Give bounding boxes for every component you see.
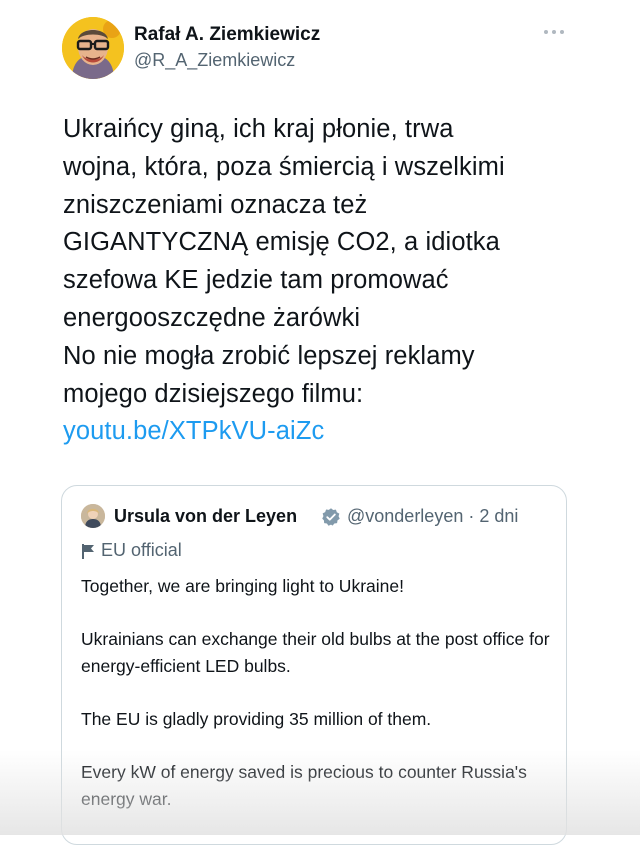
tweet-card: Rafał A. Ziemkiewicz @R_A_Ziemkiewicz Uk… (0, 0, 640, 845)
quoted-author-handle-time[interactable]: @vonderleyen · 2 dni (347, 506, 518, 527)
tweet-text-line: Ukraińcy giną, ich kraj płonie, trwa (63, 115, 454, 143)
flag-icon (82, 543, 94, 559)
quoted-paragraph: Ukrainians can exchange their old bulbs … (81, 629, 550, 676)
avatar-caricature-icon (62, 17, 124, 79)
tweet-text-line: No nie mogła zrobić lepszej reklamy (63, 341, 475, 370)
tweet-text: Ukraińcy giną, ich kraj płonie, trwa woj… (63, 111, 583, 451)
quoted-tweet-text: Together, we are bringing light to Ukrai… (81, 573, 551, 812)
quoted-paragraph: The EU is gladly providing 35 million of… (81, 708, 432, 729)
tweet-link[interactable]: youtu.be/XTPkVU-aiZc (63, 413, 583, 451)
tweet-text-line: szefowa KE jedzie tam promować (63, 266, 449, 295)
avatar-portrait-icon (81, 504, 105, 528)
quoted-paragraph: Every kW of energy saved is precious to … (81, 762, 527, 809)
author-handle[interactable]: @R_A_Ziemkiewicz (134, 50, 295, 71)
author-avatar[interactable] (62, 17, 124, 79)
more-horizontal-icon (544, 30, 548, 34)
more-options-button[interactable] (536, 22, 572, 42)
verified-badge-icon (322, 508, 340, 526)
quoted-tweet[interactable]: Ursula von der Leyen @vonderleyen · 2 dn… (61, 485, 567, 845)
tweet-text-line: zniszczeniami oznacza też (63, 190, 368, 219)
quoted-author-name[interactable]: Ursula von der Leyen (114, 506, 297, 527)
official-label: EU official (81, 540, 182, 561)
tweet-text-line: GIGANTYCZNĄ emisję CO2, a idiotka (63, 228, 500, 257)
quoted-author-avatar[interactable] (81, 504, 105, 528)
author-name[interactable]: Rafał A. Ziemkiewicz (134, 24, 320, 46)
tweet-text-line: wojna, która, poza śmiercią i wszelkimi (63, 152, 505, 181)
official-label-text: EU official (101, 540, 182, 560)
tweet-text-line: mojego dzisiejszego filmu: (63, 379, 364, 408)
tweet-text-line: energooszczędne żarówki (63, 303, 361, 332)
quoted-paragraph: Together, we are bringing light to Ukrai… (81, 576, 404, 596)
